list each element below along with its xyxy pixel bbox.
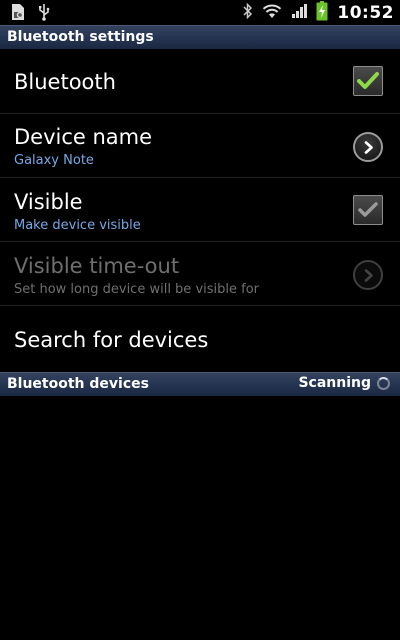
visible-timeout-row: Visible time-out Set how long device wil… [0, 242, 400, 306]
signal-icon [291, 3, 308, 23]
bluetooth-icon [242, 2, 253, 24]
device-name-value: Galaxy Note [14, 153, 94, 168]
visible-checkbox[interactable] [353, 195, 383, 225]
sd-card-icon [10, 3, 25, 25]
device-list [0, 396, 400, 640]
status-clock: 10:52 [337, 2, 394, 23]
search-devices-label: Search for devices [14, 328, 209, 352]
battery-charging-icon [316, 0, 328, 25]
device-name-row[interactable]: Device name Galaxy Note [0, 114, 400, 178]
settings-header: Bluetooth settings [0, 25, 400, 49]
check-icon [357, 72, 379, 89]
wifi-icon [262, 3, 282, 23]
scanning-label: Scanning [298, 375, 371, 391]
bluetooth-checkbox[interactable] [353, 66, 383, 96]
visible-label: Visible [14, 190, 83, 214]
chevron-right-icon[interactable] [353, 132, 383, 162]
visible-timeout-subtitle: Set how long device will be visible for [14, 282, 260, 297]
visible-toggle-row[interactable]: Visible Make device visible [0, 178, 400, 242]
devices-section-title: Bluetooth devices [7, 376, 149, 392]
spinner-icon [377, 376, 390, 390]
device-name-label: Device name [14, 125, 153, 149]
visible-timeout-label: Visible time-out [14, 254, 180, 278]
check-icon [358, 202, 378, 217]
bluetooth-toggle-label: Bluetooth [14, 70, 116, 94]
bluetooth-toggle-row[interactable]: Bluetooth [0, 50, 400, 114]
visible-subtitle: Make device visible [14, 218, 141, 233]
devices-section-header: Bluetooth devices Scanning [0, 372, 400, 396]
page-title: Bluetooth settings [7, 29, 154, 45]
status-bar: 10:52 [0, 0, 400, 25]
chevron-right-icon [353, 260, 383, 290]
usb-icon [37, 3, 51, 25]
scanning-status: Scanning [298, 375, 390, 391]
search-devices-button[interactable]: Search for devices [0, 306, 400, 370]
